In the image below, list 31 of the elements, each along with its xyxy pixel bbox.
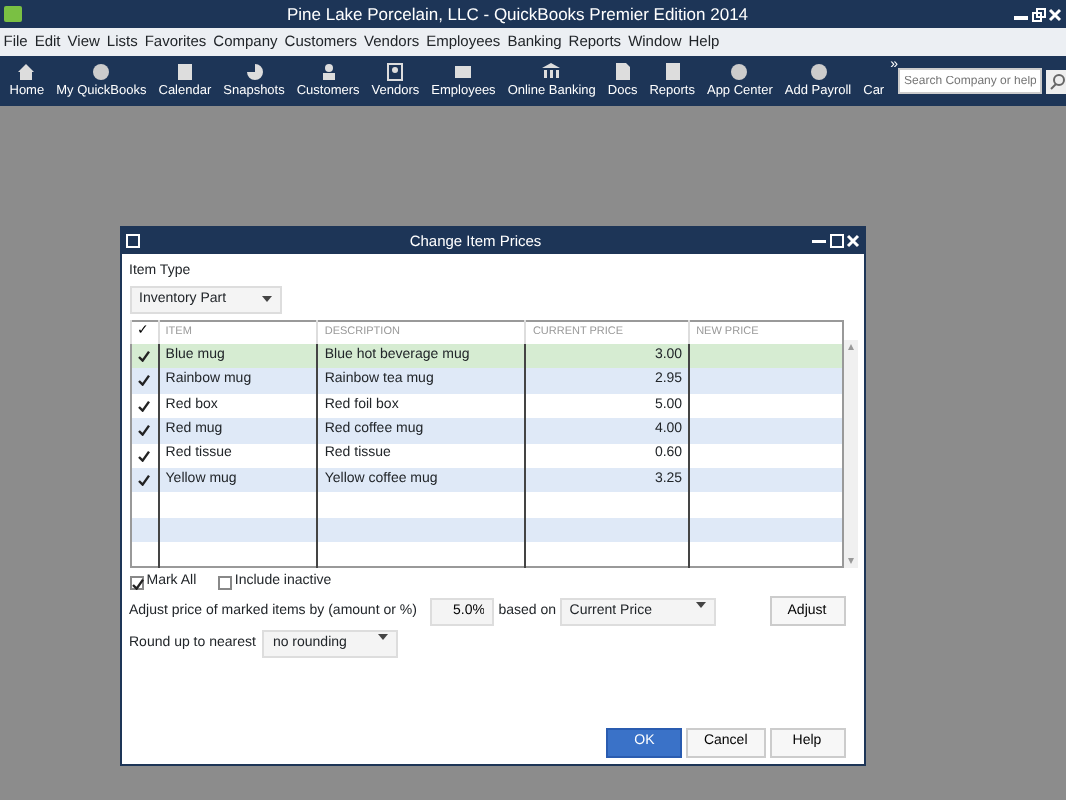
caret-icon (695, 601, 706, 608)
person-icon (319, 62, 338, 83)
close-icon[interactable] (846, 234, 861, 248)
document-icon (613, 62, 632, 83)
pie-chart-icon (245, 62, 263, 83)
restore-icon[interactable] (1031, 7, 1045, 21)
minimize-icon[interactable] (811, 234, 826, 248)
window-title: Pine Lake Porcelain, LLC - QuickBooks Premier Edition 2014 (284, 1, 751, 27)
checkmark-cell[interactable] (130, 418, 159, 443)
checkmark-cell[interactable] (130, 368, 159, 394)
caret-icon (378, 634, 389, 640)
calendar-icon (175, 62, 194, 83)
disc-icon (809, 62, 827, 83)
window-menu-icon[interactable] (125, 234, 140, 248)
checkmark-cell[interactable] (130, 343, 159, 369)
house-icon (17, 62, 36, 83)
disc-icon (730, 62, 749, 83)
search-icon[interactable] (1045, 69, 1066, 93)
close-icon[interactable] (1048, 7, 1063, 21)
checkbox[interactable] (217, 575, 232, 590)
bank-icon (542, 62, 561, 83)
caret-icon (261, 296, 271, 303)
card-icon (454, 62, 473, 83)
checkmark-cell[interactable] (130, 467, 159, 493)
checkmark-icon (131, 577, 143, 590)
disc-icon (92, 62, 111, 83)
report-icon (663, 62, 682, 83)
checkbox[interactable] (129, 575, 143, 590)
app-logo-icon (3, 6, 22, 22)
maximize-icon[interactable] (829, 234, 843, 248)
id-card-icon (386, 62, 405, 83)
